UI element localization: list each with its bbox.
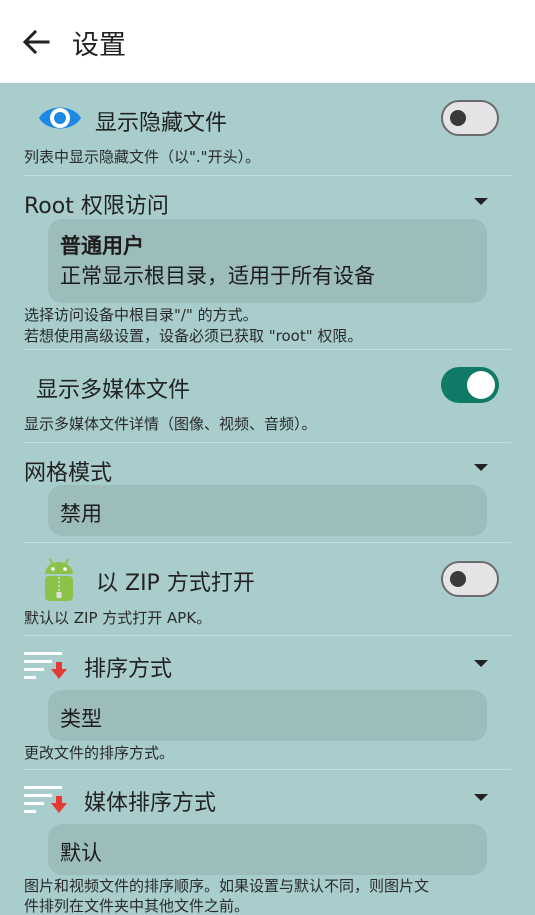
sort-order-value: 类型 — [60, 707, 102, 731]
setting-root-access[interactable]: Root 权限访问 普通用户 正常显示根目录，适用于所有设备 选择访问设备中根目… — [0, 176, 535, 349]
media-sort-order-label: 媒体排序方式 — [84, 791, 217, 816]
dropdown-arrow-icon[interactable] — [474, 198, 488, 205]
sort-icon — [24, 652, 67, 679]
media-sort-order-select[interactable]: 默认 — [48, 824, 487, 875]
grid-mode-select[interactable]: 禁用 — [48, 485, 487, 536]
sort-icon — [24, 786, 67, 813]
grid-mode-label: 网格模式 — [24, 461, 113, 486]
dropdown-arrow-icon[interactable] — [474, 794, 488, 801]
root-access-value-title: 普通用户 — [60, 234, 144, 258]
root-access-select[interactable]: 普通用户 正常显示根目录，适用于所有设备 — [48, 219, 487, 303]
toggle-knob — [467, 371, 495, 399]
sort-order-label: 排序方式 — [84, 657, 173, 682]
page-title: 设置 — [72, 30, 126, 61]
media-sort-order-description-1: 图片和视频文件的排序顺序。如果设置与默认不同，则图片文 — [24, 877, 430, 895]
app-bar: 设置 — [0, 0, 535, 83]
open-zip-toggle[interactable] — [441, 561, 499, 597]
eye-icon — [39, 107, 81, 129]
settings-list: 显示隐藏文件 列表中显示隐藏文件（以"."开头）。 Root 权限访问 普通用户… — [0, 83, 535, 915]
setting-sort-order[interactable]: 排序方式 类型 更改文件的排序方式。 — [0, 636, 535, 769]
back-arrow-icon[interactable] — [20, 26, 52, 58]
media-files-toggle[interactable] — [441, 367, 499, 403]
hidden-files-toggle[interactable] — [441, 100, 499, 136]
grid-mode-value: 禁用 — [60, 502, 102, 526]
toggle-knob — [450, 571, 466, 587]
sort-order-description: 更改文件的排序方式。 — [24, 744, 175, 762]
toggle-knob — [450, 110, 466, 126]
setting-grid-mode[interactable]: 网格模式 禁用 — [0, 443, 535, 542]
root-access-label: Root 权限访问 — [24, 194, 169, 219]
setting-hidden-files[interactable]: 显示隐藏文件 列表中显示隐藏文件（以"."开头）。 — [0, 83, 535, 175]
setting-media-sort-order[interactable]: 媒体排序方式 默认 图片和视频文件的排序顺序。如果设置与默认不同，则图片文 件排… — [0, 770, 535, 915]
media-files-label: 显示多媒体文件 — [36, 378, 191, 403]
media-sort-order-value: 默认 — [60, 841, 102, 865]
hidden-files-label: 显示隐藏文件 — [95, 111, 228, 136]
setting-open-zip[interactable]: 以 ZIP 方式打开 默认以 ZIP 方式打开 APK。 — [0, 543, 535, 635]
root-access-value-desc: 正常显示根目录，适用于所有设备 — [60, 264, 375, 288]
sort-order-select[interactable]: 类型 — [48, 690, 487, 741]
dropdown-arrow-icon[interactable] — [474, 660, 488, 667]
root-access-description-2: 若想使用高级设置，设备必须已获取 "root" 权限。 — [24, 327, 363, 345]
open-zip-description: 默认以 ZIP 方式打开 APK。 — [24, 609, 212, 627]
setting-media-files[interactable]: 显示多媒体文件 显示多媒体文件详情（图像、视频、音频）。 — [0, 350, 535, 442]
android-package-icon — [45, 558, 73, 601]
dropdown-arrow-icon[interactable] — [474, 464, 488, 471]
open-zip-label: 以 ZIP 方式打开 — [96, 571, 255, 596]
media-files-description: 显示多媒体文件详情（图像、视频、音频）。 — [24, 415, 317, 433]
hidden-files-description: 列表中显示隐藏文件（以"."开头）。 — [24, 148, 261, 166]
media-sort-order-description-2: 件排列在文件夹中其他文件之前。 — [24, 897, 250, 915]
root-access-description-1: 选择访问设备中根目录"/" 的方式。 — [24, 306, 258, 324]
